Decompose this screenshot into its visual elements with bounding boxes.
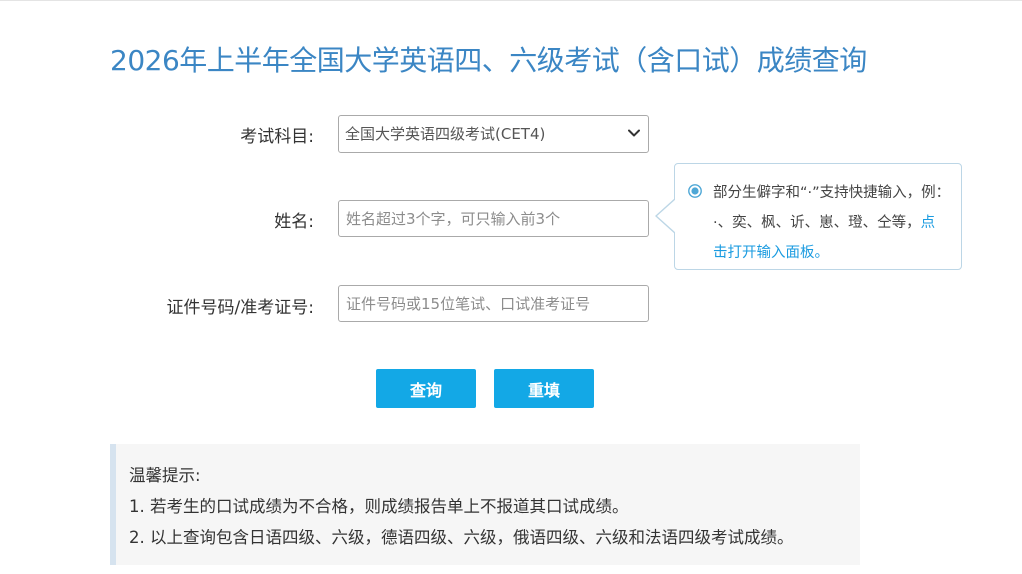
id-input[interactable] (338, 285, 649, 322)
notice-box: 温馨提示: 1. 若考生的口试成绩为不合格，则成绩报告单上不报道其口试成绩。 2… (110, 444, 860, 565)
query-button[interactable]: 查询 (376, 369, 476, 408)
id-label: 证件号码/准考证号: (166, 298, 314, 318)
score-query-page: 2026年上半年全国大学英语四、六级考试（含口试）成绩查询 考试科目: 全国大学… (0, 0, 1022, 574)
notice-item-2: 2. 以上查询包含日语四级、六级，德语四级、六级，俄语四级、六级和法语四级考试成… (129, 528, 794, 547)
page-title: 2026年上半年全国大学英语四、六级考试（含口试）成绩查询 (110, 44, 867, 77)
reset-button[interactable]: 重填 (494, 369, 594, 408)
notice-item-1: 1. 若考生的口试成绩为不合格，则成绩报告单上不报道其口试成绩。 (129, 497, 629, 516)
name-label: 姓名: (274, 212, 314, 232)
subject-selected-value: 全国大学英语四级考试(CET4) (345, 125, 546, 143)
name-input[interactable] (338, 200, 649, 237)
tooltip-arrow-fill (657, 199, 676, 233)
subject-label: 考试科目: (240, 127, 314, 147)
chevron-down-icon (628, 129, 640, 137)
tooltip-text: 部分生僻字和“·”支持快捷输入，例：·、奕、枫、䜣、崽、璒、仝等， (713, 185, 943, 231)
radio-dot-icon (688, 184, 702, 198)
subject-select[interactable]: 全国大学英语四级考试(CET4) (338, 115, 649, 153)
notice-title: 温馨提示: (129, 466, 201, 485)
rare-char-tooltip: 部分生僻字和“·”支持快捷输入，例：·、奕、枫、䜣、崽、璒、仝等，点击打开输入面… (674, 163, 962, 270)
